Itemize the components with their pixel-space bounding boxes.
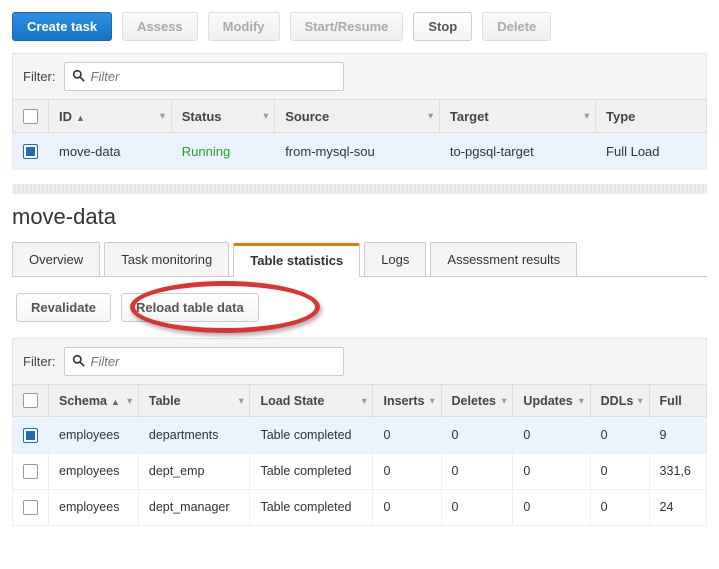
cell-full: 9 [649, 417, 706, 453]
stats-table: Schema▲▾ Table▾ Load State▾ Inserts▾ Del… [12, 384, 707, 526]
cell-updates: 0 [513, 453, 590, 489]
tab-table-statistics[interactable]: Table statistics [233, 243, 360, 277]
tab-overview[interactable]: Overview [12, 242, 100, 276]
main-toolbar: Create task Assess Modify Start/Resume S… [12, 12, 707, 41]
cell-full: 24 [649, 489, 706, 525]
cell-schema: employees [49, 453, 139, 489]
cell-updates: 0 [513, 417, 590, 453]
tab-logs[interactable]: Logs [364, 242, 426, 276]
col-table[interactable]: Table▾ [138, 385, 250, 417]
col-full[interactable]: Full [649, 385, 706, 417]
modify-button[interactable]: Modify [208, 12, 280, 41]
reload-table-data-button[interactable]: Reload table data [121, 293, 259, 322]
task-table: ID▲▾ Status▾ Source▾ Target▾ Type move-d… [12, 99, 707, 170]
cell-ddls: 0 [590, 453, 649, 489]
cell-load-state: Table completed [250, 453, 373, 489]
cell-load-state: Table completed [250, 417, 373, 453]
stats-filter-input[interactable] [64, 347, 344, 376]
tab-task-monitoring[interactable]: Task monitoring [104, 242, 229, 276]
row-checkbox[interactable] [23, 428, 38, 443]
table-row[interactable]: employeesdept_empTable completed0000331,… [13, 453, 707, 489]
col-source[interactable]: Source▾ [275, 100, 440, 133]
table-row[interactable]: employeesdept_managerTable completed0000… [13, 489, 707, 525]
stop-button[interactable]: Stop [413, 12, 472, 41]
row-checkbox[interactable] [23, 464, 38, 479]
task-filter-input[interactable] [64, 62, 344, 91]
task-filter-row: Filter: [12, 53, 707, 99]
stats-actions: Revalidate Reload table data [12, 277, 707, 338]
cell-status: Running [182, 144, 230, 159]
cell-table: dept_manager [138, 489, 250, 525]
revalidate-button[interactable]: Revalidate [16, 293, 111, 322]
col-target[interactable]: Target▾ [439, 100, 595, 133]
cell-table: departments [138, 417, 250, 453]
table-row[interactable]: employeesdepartmentsTable completed00009 [13, 417, 707, 453]
cell-updates: 0 [513, 489, 590, 525]
row-checkbox[interactable] [23, 500, 38, 515]
cell-type: Full Load [596, 133, 707, 170]
select-all-header[interactable] [13, 385, 49, 417]
stats-filter-row: Filter: [12, 338, 707, 384]
tab-assessment-results[interactable]: Assessment results [430, 242, 577, 276]
cell-source: from-mysql-sou [275, 133, 440, 170]
section-divider [12, 184, 707, 194]
cell-inserts: 0 [373, 453, 441, 489]
assess-button[interactable]: Assess [122, 12, 198, 41]
col-id[interactable]: ID▲▾ [49, 100, 172, 133]
search-icon [72, 354, 85, 370]
cell-inserts: 0 [373, 489, 441, 525]
cell-deletes: 0 [441, 489, 513, 525]
cell-full: 331,6 [649, 453, 706, 489]
cell-deletes: 0 [441, 453, 513, 489]
col-inserts[interactable]: Inserts▾ [373, 385, 441, 417]
cell-table: dept_emp [138, 453, 250, 489]
cell-ddls: 0 [590, 489, 649, 525]
cell-ddls: 0 [590, 417, 649, 453]
select-all-header[interactable] [13, 100, 49, 133]
row-checkbox[interactable] [23, 144, 38, 159]
delete-button[interactable]: Delete [482, 12, 551, 41]
cell-deletes: 0 [441, 417, 513, 453]
cell-schema: employees [49, 489, 139, 525]
col-updates[interactable]: Updates▾ [513, 385, 590, 417]
filter-label: Filter: [23, 69, 56, 84]
cell-schema: employees [49, 417, 139, 453]
col-status[interactable]: Status▾ [171, 100, 274, 133]
col-load-state[interactable]: Load State▾ [250, 385, 373, 417]
cell-id: move-data [49, 133, 172, 170]
cell-inserts: 0 [373, 417, 441, 453]
detail-tabs: Overview Task monitoring Table statistic… [12, 242, 707, 277]
col-type[interactable]: Type [596, 100, 707, 133]
table-row[interactable]: move-data Running from-mysql-sou to-pgsq… [13, 133, 707, 170]
filter-wrapper [64, 62, 344, 91]
col-ddls[interactable]: DDLs▾ [590, 385, 649, 417]
task-title: move-data [12, 204, 707, 230]
start-resume-button[interactable]: Start/Resume [290, 12, 404, 41]
col-deletes[interactable]: Deletes▾ [441, 385, 513, 417]
filter-wrapper [64, 347, 344, 376]
col-schema[interactable]: Schema▲▾ [49, 385, 139, 417]
cell-target: to-pgsql-target [439, 133, 595, 170]
filter-label: Filter: [23, 354, 56, 369]
search-icon [72, 69, 85, 85]
cell-load-state: Table completed [250, 489, 373, 525]
create-task-button[interactable]: Create task [12, 12, 112, 41]
